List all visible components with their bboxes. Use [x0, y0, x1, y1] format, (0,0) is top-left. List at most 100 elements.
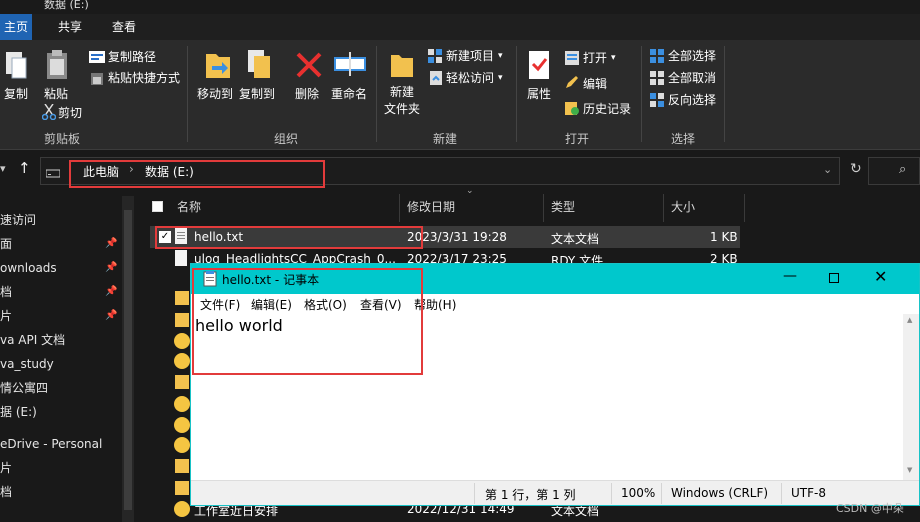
column-divider[interactable] — [399, 194, 400, 222]
chevron-down-icon: ▾ — [498, 51, 503, 61]
nav-item[interactable]: va API 文档 — [0, 328, 65, 352]
emoji-icon — [174, 437, 190, 453]
select-none-button[interactable]: 全部取消 — [668, 71, 716, 85]
new-item-icon — [428, 49, 442, 66]
notepad-icon — [203, 271, 217, 290]
window-titlebar: 数据 (E:) — [0, 0, 920, 14]
pin-icon[interactable]: 📌 — [105, 262, 117, 273]
refresh-icon[interactable]: ↻ — [850, 161, 862, 177]
properties-icon — [528, 50, 550, 83]
history-icon — [564, 100, 580, 119]
paste-shortcut-icon — [90, 72, 104, 89]
new-item-button[interactable]: 新建项目 — [446, 49, 494, 63]
tab-view[interactable]: 查看 — [104, 14, 144, 40]
delete-button[interactable]: 删除 — [295, 87, 319, 101]
nav-item[interactable]: ownloads — [0, 256, 57, 280]
nav-item[interactable]: 情公寓四 — [0, 376, 48, 400]
nav-scrollbar-thumb[interactable] — [124, 210, 132, 510]
notepad-titlebar[interactable]: hello.txt - 记事本 — ✕ — [191, 264, 919, 294]
cut-button[interactable]: 剪切 — [58, 106, 82, 120]
edit-button[interactable]: 编辑 — [583, 77, 607, 91]
nav-item[interactable]: eDrive - Personal — [0, 432, 102, 456]
scroll-down-icon[interactable]: ▼ — [907, 466, 912, 474]
nav-item[interactable]: va_study — [0, 352, 54, 376]
pin-icon[interactable]: 📌 — [105, 310, 117, 321]
notepad-scrollbar[interactable]: ▲ ▼ — [903, 314, 919, 480]
rename-button[interactable]: 重命名 — [331, 87, 367, 101]
ribbon-divider — [516, 46, 517, 142]
file-name[interactable]: hello.txt — [194, 230, 243, 244]
column-header-modified[interactable]: 修改日期 — [407, 198, 455, 216]
menu-file[interactable]: 文件(F) — [200, 296, 240, 313]
pin-button[interactable]: 复制 — [4, 87, 28, 101]
menu-format[interactable]: 格式(O) — [304, 296, 347, 313]
close-icon[interactable]: ✕ — [874, 267, 887, 286]
tab-share[interactable]: 共享 — [50, 14, 90, 40]
nav-item[interactable]: 面 — [0, 232, 12, 256]
scroll-up-icon[interactable]: ▲ — [907, 316, 912, 324]
new-folder-label-2[interactable]: 文件夹 — [384, 102, 420, 116]
nav-item[interactable]: 据 (E:) — [0, 400, 37, 424]
ribbon-divider — [641, 46, 642, 142]
column-divider[interactable] — [744, 194, 745, 222]
nav-dropdown-icon[interactable]: ▾ — [0, 162, 6, 175]
copy-to-button[interactable]: 复制到 — [239, 87, 275, 101]
pin-icon[interactable]: 📌 — [105, 238, 117, 249]
status-divider — [611, 483, 612, 504]
paste-button[interactable]: 粘贴 — [44, 87, 68, 101]
nav-item[interactable]: 片 — [0, 304, 12, 328]
select-all-checkbox[interactable] — [152, 201, 163, 212]
file-type: 文本文档 — [551, 232, 600, 246]
menu-view[interactable]: 查看(V) — [360, 296, 402, 313]
edit-icon — [565, 75, 579, 92]
nav-item[interactable]: 档 — [0, 280, 12, 304]
breadcrumb-this-pc[interactable]: 此电脑 — [83, 163, 119, 180]
copy-path-button[interactable]: 复制路径 — [108, 50, 156, 64]
select-all-icon — [650, 49, 664, 66]
emoji-icon — [174, 333, 190, 349]
column-header-type[interactable]: 类型 — [551, 198, 575, 216]
move-to-button[interactable]: 移动到 — [197, 87, 233, 101]
invert-selection-icon — [650, 93, 664, 110]
maximize-icon[interactable] — [829, 273, 839, 283]
chevron-down-icon: ▾ — [498, 73, 503, 83]
group-organize-label: 组织 — [273, 132, 298, 146]
emoji-icon — [174, 396, 190, 412]
new-folder-icon — [390, 52, 414, 81]
minimize-icon[interactable]: — — [783, 268, 797, 284]
up-arrow-icon[interactable]: ↑ — [18, 159, 31, 177]
easy-access-icon — [430, 71, 442, 88]
paste-shortcut-button[interactable]: 粘贴快捷方式 — [108, 71, 180, 85]
menu-help[interactable]: 帮助(H) — [414, 296, 456, 313]
open-icon — [564, 50, 580, 69]
nav-item[interactable]: 片 — [0, 456, 12, 480]
nav-item[interactable]: 档 — [0, 480, 12, 504]
rename-icon — [334, 52, 366, 81]
table-row[interactable]: ✓ hello.txt 2023/3/31 19:28 文本文档 1 KB — [150, 226, 740, 248]
tab-home[interactable]: 主页 — [0, 14, 32, 40]
row-checkbox[interactable]: ✓ — [159, 231, 171, 243]
select-none-icon — [650, 71, 664, 88]
breadcrumb-drive[interactable]: 数据 (E:) — [145, 163, 194, 180]
pin-icon[interactable]: 📌 — [105, 286, 117, 297]
notepad-window[interactable]: hello.txt - 记事本 — ✕ 文件(F) 编辑(E) 格式(O) 查看… — [190, 263, 920, 506]
history-button[interactable]: 历史记录 — [583, 102, 631, 116]
new-folder-label-1[interactable]: 新建 — [390, 85, 414, 99]
column-divider[interactable] — [663, 194, 664, 222]
file-modified: 2023/3/31 19:28 — [407, 230, 507, 244]
notepad-text-area[interactable]: hello world — [191, 314, 903, 480]
invert-selection-button[interactable]: 反向选择 — [668, 93, 716, 107]
easy-access-button[interactable]: 轻松访问 — [446, 71, 494, 85]
menu-edit[interactable]: 编辑(E) — [251, 296, 292, 313]
chevron-down-icon[interactable]: ⌄ — [823, 163, 832, 176]
column-divider[interactable] — [543, 194, 544, 222]
column-header-name[interactable]: 名称 — [177, 198, 201, 216]
nav-item[interactable]: 速访问 — [0, 208, 36, 232]
open-button[interactable]: 打开 — [583, 51, 607, 65]
column-header-size[interactable]: 大小 — [671, 198, 695, 216]
search-input[interactable]: ⌕ — [868, 157, 920, 185]
select-all-button[interactable]: 全部选择 — [668, 49, 716, 63]
properties-button[interactable]: 属性 — [527, 87, 551, 101]
address-field[interactable]: 此电脑 › 数据 (E:) ⌄ — [40, 157, 840, 185]
copy-to-icon — [246, 48, 274, 83]
